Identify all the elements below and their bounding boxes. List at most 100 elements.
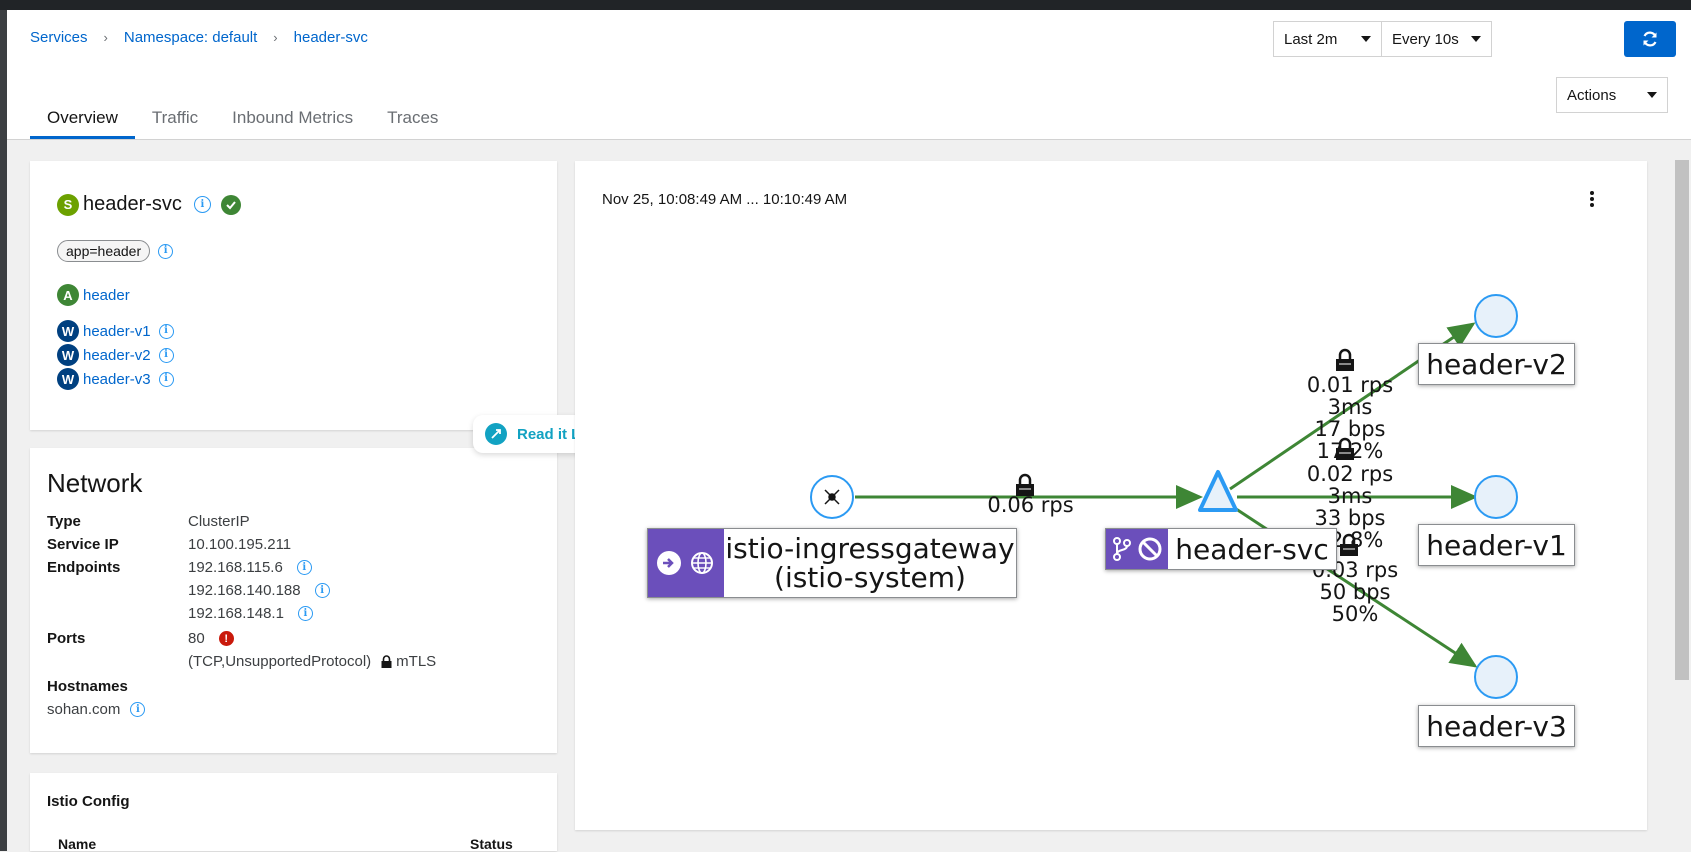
page-scrollbar[interactable]: [1673, 140, 1691, 851]
info-icon[interactable]: i: [158, 371, 174, 387]
tab-overview[interactable]: Overview: [30, 98, 135, 139]
edge-label-v2: 0.01 rps 3ms 17 bps 17.2%: [1306, 373, 1394, 463]
healthy-check-icon: [220, 194, 241, 215]
network-card: Network Type ClusterIP Service IP 10.100…: [30, 448, 557, 753]
port-row: 80 !: [188, 630, 234, 647]
globe-icon: [691, 552, 714, 574]
chevron-right-icon: ›: [273, 30, 278, 45]
istio-config-title: Istio Config: [47, 793, 130, 810]
protocol-row: (TCP,UnsupportedProtocol) mTLS: [188, 653, 436, 670]
tab-traces[interactable]: Traces: [370, 98, 455, 138]
tab-traffic[interactable]: Traffic: [135, 98, 215, 138]
type-value: ClusterIP: [188, 513, 250, 530]
service-title: S header-svc i: [57, 193, 241, 216]
workload-badge: W: [57, 368, 79, 390]
endpoint-value: 192.168.148.1: [188, 605, 284, 622]
scrollbar-thumb[interactable]: [1675, 160, 1689, 680]
refresh-icon: [1643, 31, 1657, 47]
workload-link[interactable]: header-v1: [83, 323, 151, 340]
workload-badge: W: [57, 344, 79, 366]
service-badge: S: [57, 193, 79, 216]
service-ip-value: 10.100.195.211: [188, 536, 292, 553]
caret-down-icon: [1471, 36, 1481, 42]
page-header: Services › Namespace: default › header-s…: [7, 10, 1691, 140]
breadcrumb-service[interactable]: header-svc: [294, 29, 368, 46]
labels-row: app=header i: [57, 240, 174, 262]
endpoint-value: 192.168.140.188: [188, 582, 301, 599]
refresh-button[interactable]: [1624, 21, 1676, 57]
breadcrumb-services[interactable]: Services: [30, 29, 88, 46]
mtls-label: mTLS: [396, 653, 437, 670]
service-label-text: header-svc: [1175, 532, 1329, 566]
graph-card: Nov 25, 10:08:49 AM ... 10:10:49 AM 0.06…: [575, 161, 1647, 830]
app-row: A header: [57, 284, 130, 306]
info-icon[interactable]: i: [130, 702, 146, 717]
gateway-label[interactable]: istio-ingressgateway (istio-system): [647, 528, 1017, 598]
endpoint-row: 192.168.115.6 i: [188, 559, 312, 576]
service-ip-label: Service IP: [47, 536, 119, 553]
service-label[interactable]: header-svc: [1105, 528, 1337, 570]
workload-node-v1[interactable]: [1474, 475, 1518, 519]
network-title: Network: [47, 468, 143, 498]
caret-down-icon: [1647, 92, 1657, 98]
info-icon[interactable]: i: [314, 583, 330, 598]
app-link[interactable]: header: [83, 287, 130, 304]
column-name-header: Name: [58, 836, 97, 852]
tab-bar: Overview Traffic Inbound Metrics Traces: [30, 98, 455, 139]
breadcrumb-namespace[interactable]: Namespace: default: [124, 29, 257, 46]
workload-node-v3[interactable]: [1474, 655, 1518, 699]
workload-label-v3[interactable]: header-v3: [1418, 705, 1575, 747]
breadcrumb: Services › Namespace: default › header-s…: [30, 29, 368, 46]
istio-config-card: Istio Config Name Status: [30, 773, 557, 852]
column-status-header: Status: [470, 836, 513, 852]
interval-dropdown[interactable]: Every 10s: [1381, 21, 1492, 57]
workload-link[interactable]: header-v3: [83, 371, 151, 388]
workload-node-v2[interactable]: [1474, 294, 1518, 338]
info-icon[interactable]: i: [158, 243, 174, 259]
gateway-label-text: istio-ingressgateway (istio-system): [725, 532, 1015, 594]
workload-label-v1[interactable]: header-v1: [1418, 524, 1575, 566]
type-label: Type: [47, 513, 81, 530]
info-icon[interactable]: i: [158, 323, 174, 339]
port-value: 80: [188, 630, 205, 647]
app-badge: A: [57, 284, 79, 306]
service-node[interactable]: [1198, 470, 1238, 512]
endpoint-row: 192.168.140.188 i: [188, 582, 330, 599]
info-icon[interactable]: i: [193, 196, 211, 213]
workload-row: W header-v1 i: [57, 320, 174, 342]
workload-row: W header-v3 i: [57, 368, 174, 390]
workload-link[interactable]: header-v2: [83, 347, 151, 364]
duration-value: Last 2m: [1284, 30, 1338, 48]
service-card: S header-svc i app=header i A header W h…: [30, 161, 557, 430]
duration-dropdown[interactable]: Last 2m: [1273, 21, 1382, 57]
info-icon[interactable]: i: [297, 606, 313, 621]
hostname-row: sohan.com i: [47, 701, 146, 718]
workload-row: W header-v2 i: [57, 344, 174, 366]
chevron-right-icon: ›: [103, 30, 108, 45]
left-nav-strip: [0, 10, 7, 851]
protocol-value: (TCP,UnsupportedProtocol): [188, 653, 372, 670]
workload-label-v2[interactable]: header-v2: [1418, 343, 1575, 385]
arrow-right-icon: [656, 551, 681, 575]
tab-inbound-metrics[interactable]: Inbound Metrics: [215, 98, 370, 138]
gateway-label-icons: [648, 529, 724, 597]
caret-down-icon: [1361, 36, 1371, 42]
lock-icon: [1336, 348, 1354, 371]
actions-dropdown[interactable]: Actions: [1556, 77, 1668, 113]
edge-label-gateway: 0.06 rps: [987, 493, 1074, 517]
error-icon[interactable]: !: [218, 631, 234, 646]
info-icon[interactable]: i: [158, 347, 174, 363]
workload-badge: W: [57, 320, 79, 342]
endpoints-label: Endpoints: [47, 559, 121, 576]
service-label-icons: [1106, 529, 1168, 569]
ban-icon: [1138, 537, 1162, 561]
endpoint-value: 192.168.115.6: [188, 559, 283, 576]
top-bar: [0, 0, 1691, 10]
ports-label: Ports: [47, 630, 86, 647]
info-icon[interactable]: i: [296, 560, 312, 575]
actions-label: Actions: [1567, 86, 1617, 104]
label-chip: app=header: [57, 240, 151, 262]
interval-value: Every 10s: [1392, 30, 1459, 48]
hostname-value: sohan.com: [47, 701, 121, 718]
service-name: header-svc: [83, 193, 182, 215]
